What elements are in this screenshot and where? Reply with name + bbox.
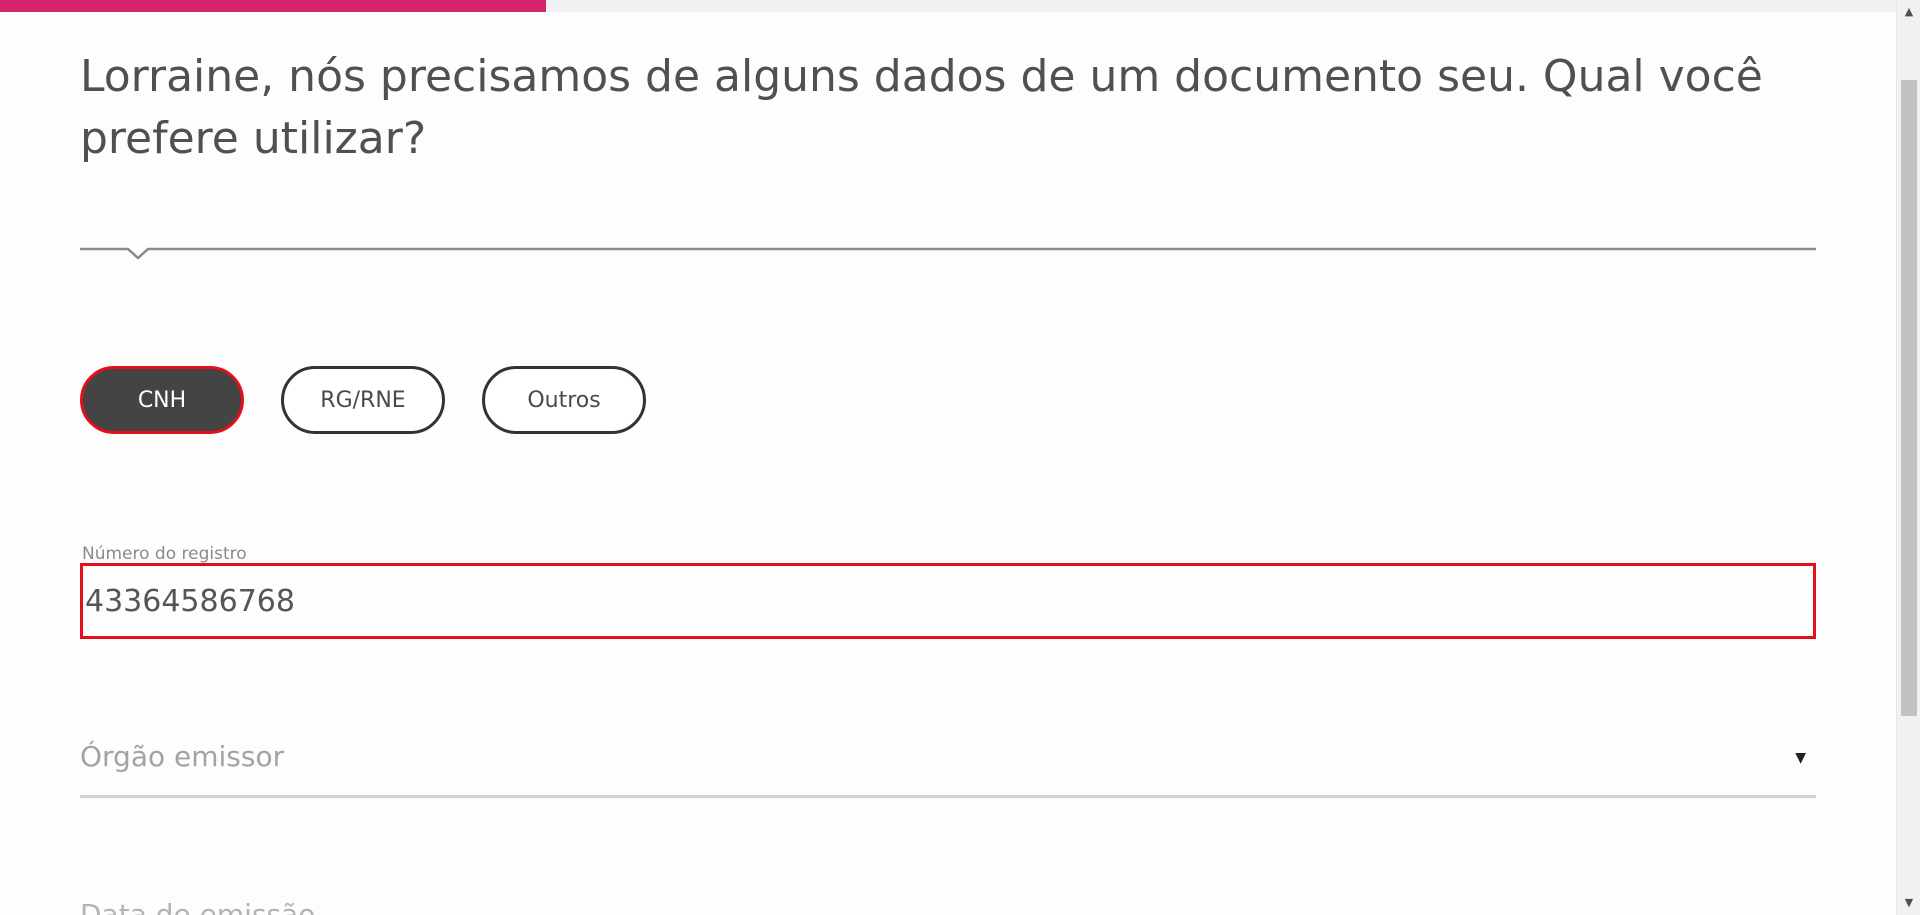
registration-number-input[interactable] [80,563,1816,639]
scroll-up-arrow-icon[interactable]: ▲ [1897,2,1920,22]
issuer-select-placeholder: Órgão emissor [80,740,285,773]
scrollbar-thumb[interactable] [1901,80,1917,716]
caret-down-icon: ▼ [1795,750,1806,766]
doc-type-cnh-button[interactable]: CNH [80,366,244,434]
question-heading: Lorraine, nós precisamos de alguns dados… [80,51,1763,164]
progress-bar-fill [0,0,547,12]
issue-date-label: Data de emissão [80,898,316,915]
doc-type-outros-button[interactable]: Outros [482,366,646,434]
issuer-select[interactable]: Órgão emissor ▼ [80,720,1816,798]
progress-bar [0,0,1896,12]
registration-number-label: Número do registro [82,544,247,564]
vertical-scrollbar[interactable]: ▲ ▼ [1896,0,1920,915]
document-form-page: Lorraine, nós precisamos de alguns dados… [0,0,1920,915]
doc-type-rg-rne-button[interactable]: RG/RNE [281,366,445,434]
scroll-down-arrow-icon[interactable]: ▼ [1897,893,1920,913]
document-type-options: CNH RG/RNE Outros [80,366,646,434]
speech-divider [80,246,1816,260]
